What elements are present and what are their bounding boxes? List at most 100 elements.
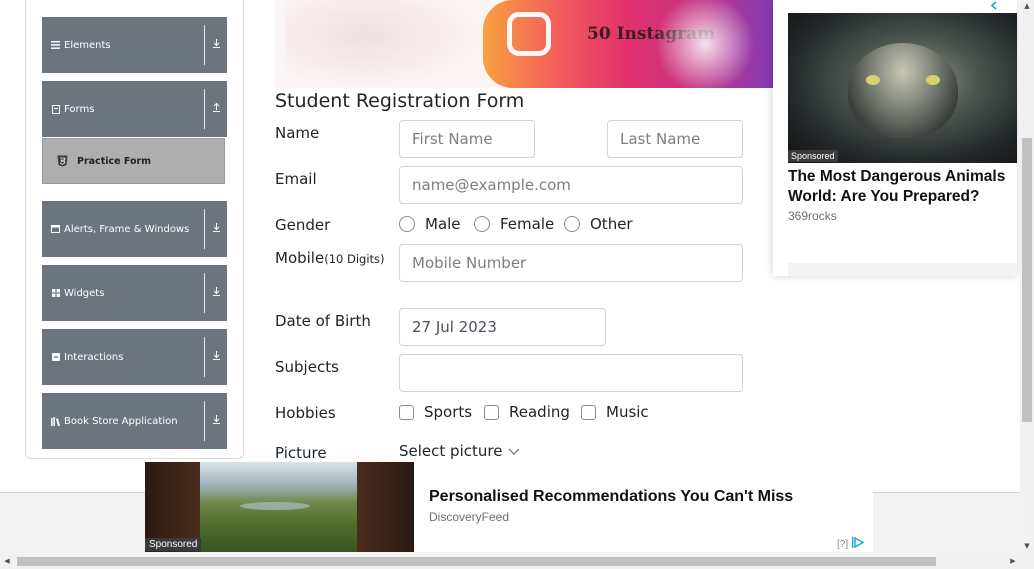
instagram-logo-icon	[507, 12, 551, 56]
checkbox-box[interactable]	[484, 404, 499, 420]
banner-background	[285, 0, 485, 88]
mobile-label: Mobile(10 Digits)	[275, 247, 394, 271]
scroll-left-arrow-icon[interactable]: ◀	[0, 554, 14, 569]
group-label: Alerts, Frame & Windows	[64, 223, 190, 235]
vertical-scrollbar[interactable]: ▲ ▼	[1020, 0, 1034, 554]
group-interactions[interactable]: Interactions	[42, 329, 227, 385]
group-alerts-frame-windows[interactable]: Alerts, Frame & Windows	[42, 201, 227, 257]
select-picture-label: Select picture	[399, 442, 503, 460]
hobby-checkbox-reading[interactable]: Reading	[484, 403, 570, 421]
divider	[204, 273, 205, 313]
group-label: Forms	[64, 103, 95, 115]
picture-label: Picture	[275, 444, 327, 462]
divider	[204, 209, 205, 249]
snake-image	[848, 43, 958, 138]
radio-label: Male	[425, 215, 461, 233]
first-name-input[interactable]	[399, 120, 535, 158]
snake-eye	[926, 75, 940, 85]
group-book-store-application[interactable]: Book Store Application	[42, 393, 227, 449]
snake-eye	[866, 75, 880, 85]
book-icon	[51, 416, 60, 426]
hobby-checkbox-sports[interactable]: Sports	[399, 403, 472, 421]
dob-input[interactable]	[399, 308, 606, 346]
ad-headline[interactable]: The Most Dangerous Animals World: Are Yo…	[788, 167, 1017, 207]
chevron-down-icon	[508, 444, 520, 458]
right-ad[interactable]: Sponsored The Most Dangerous Animals Wor…	[773, 0, 1017, 276]
form-icon	[51, 104, 60, 114]
last-name-input[interactable]	[607, 120, 743, 158]
download-arrow-icon[interactable]	[205, 351, 227, 363]
group-elements[interactable]: Elements	[42, 17, 227, 73]
radio-circle[interactable]	[564, 216, 580, 232]
subjects-label: Subjects	[275, 358, 339, 376]
checkbox-label: Reading	[509, 403, 570, 421]
river-image	[240, 502, 310, 510]
name-label: Name	[275, 124, 320, 142]
group-label: Widgets	[64, 287, 105, 299]
sidebar-item-label: Practice Form	[77, 155, 152, 167]
html5-shield-icon	[57, 155, 68, 167]
radio-label: Female	[500, 215, 555, 233]
horizontal-scrollbar[interactable]: ◀ ▶	[0, 554, 1034, 569]
adchoices[interactable]: [?]	[837, 536, 865, 551]
sidebar-item-practice-form[interactable]: Practice Form	[42, 138, 225, 184]
adchoices-label: [?]	[837, 538, 849, 550]
email-label: Email	[275, 170, 317, 188]
banner-blur	[635, 0, 773, 88]
gender-radio-female[interactable]: Female	[474, 215, 554, 233]
dob-label: Date of Birth	[275, 312, 371, 330]
scroll-right-arrow-icon[interactable]: ▶	[1006, 554, 1020, 569]
ad-source[interactable]: 369rocks	[788, 209, 837, 223]
divider	[204, 337, 205, 377]
email-input[interactable]	[399, 166, 743, 204]
radio-circle[interactable]	[474, 216, 490, 232]
checkbox-box[interactable]	[581, 404, 596, 420]
group-forms[interactable]: Forms	[42, 81, 227, 137]
gender-radio-other[interactable]: Other	[564, 215, 633, 233]
mobile-input[interactable]	[399, 244, 743, 282]
upload-arrow-icon[interactable]	[205, 102, 227, 115]
download-arrow-icon[interactable]	[205, 223, 227, 235]
scrollbar-thumb[interactable]	[17, 557, 936, 566]
ad-footer	[788, 263, 1017, 276]
left-panel: Elements Forms Practice Form Alerts, Fra…	[25, 0, 244, 459]
hobby-checkbox-music[interactable]: Music	[581, 403, 649, 421]
window-icon	[51, 225, 60, 234]
mobile-label-text: Mobile	[275, 249, 325, 267]
select-picture-button[interactable]: Select picture	[399, 442, 520, 460]
sponsored-badge: Sponsored	[788, 150, 838, 162]
group-widgets[interactable]: Widgets	[42, 265, 227, 321]
ad-image[interactable]	[788, 13, 1017, 163]
group-label: Book Store Application	[64, 415, 178, 427]
grid-icon	[51, 289, 60, 298]
checkbox-label: Sports	[424, 403, 473, 421]
gender-label: Gender	[275, 216, 331, 234]
hobbies-label: Hobbies	[275, 404, 336, 422]
adchoices-icon[interactable]	[852, 536, 865, 551]
mobile-hint: (10 Digits)	[324, 252, 385, 266]
sponsored-badge: Sponsored	[145, 538, 202, 551]
group-label: Elements	[64, 39, 111, 51]
scroll-down-arrow-icon[interactable]: ▼	[1020, 540, 1034, 552]
scrollbar-thumb[interactable]	[1022, 138, 1032, 422]
radio-circle[interactable]	[399, 216, 415, 232]
radio-label: Other	[590, 215, 633, 233]
top-banner-ad[interactable]: 50 Instagram	[275, 0, 773, 88]
bottom-ad[interactable]: Sponsored Personalised Recommendations Y…	[145, 462, 873, 552]
scroll-up-arrow-icon[interactable]: ▲	[1020, 0, 1034, 12]
divider	[204, 401, 205, 441]
subjects-input[interactable]	[399, 354, 743, 392]
divider	[204, 25, 205, 65]
ad-source[interactable]: DiscoveryFeed	[429, 510, 509, 524]
ad-headline[interactable]: Personalised Recommendations You Can't M…	[429, 488, 793, 506]
download-arrow-icon[interactable]	[205, 39, 227, 51]
group-label: Interactions	[64, 351, 124, 363]
page-title: Student Registration Form	[275, 90, 525, 112]
checkbox-box[interactable]	[399, 404, 414, 420]
download-arrow-icon[interactable]	[205, 415, 227, 427]
download-arrow-icon[interactable]	[205, 287, 227, 299]
gender-radio-male[interactable]: Male	[399, 215, 461, 233]
window-frame-right	[357, 462, 414, 552]
ad-close-icon[interactable]	[990, 0, 998, 13]
divider	[204, 89, 205, 129]
